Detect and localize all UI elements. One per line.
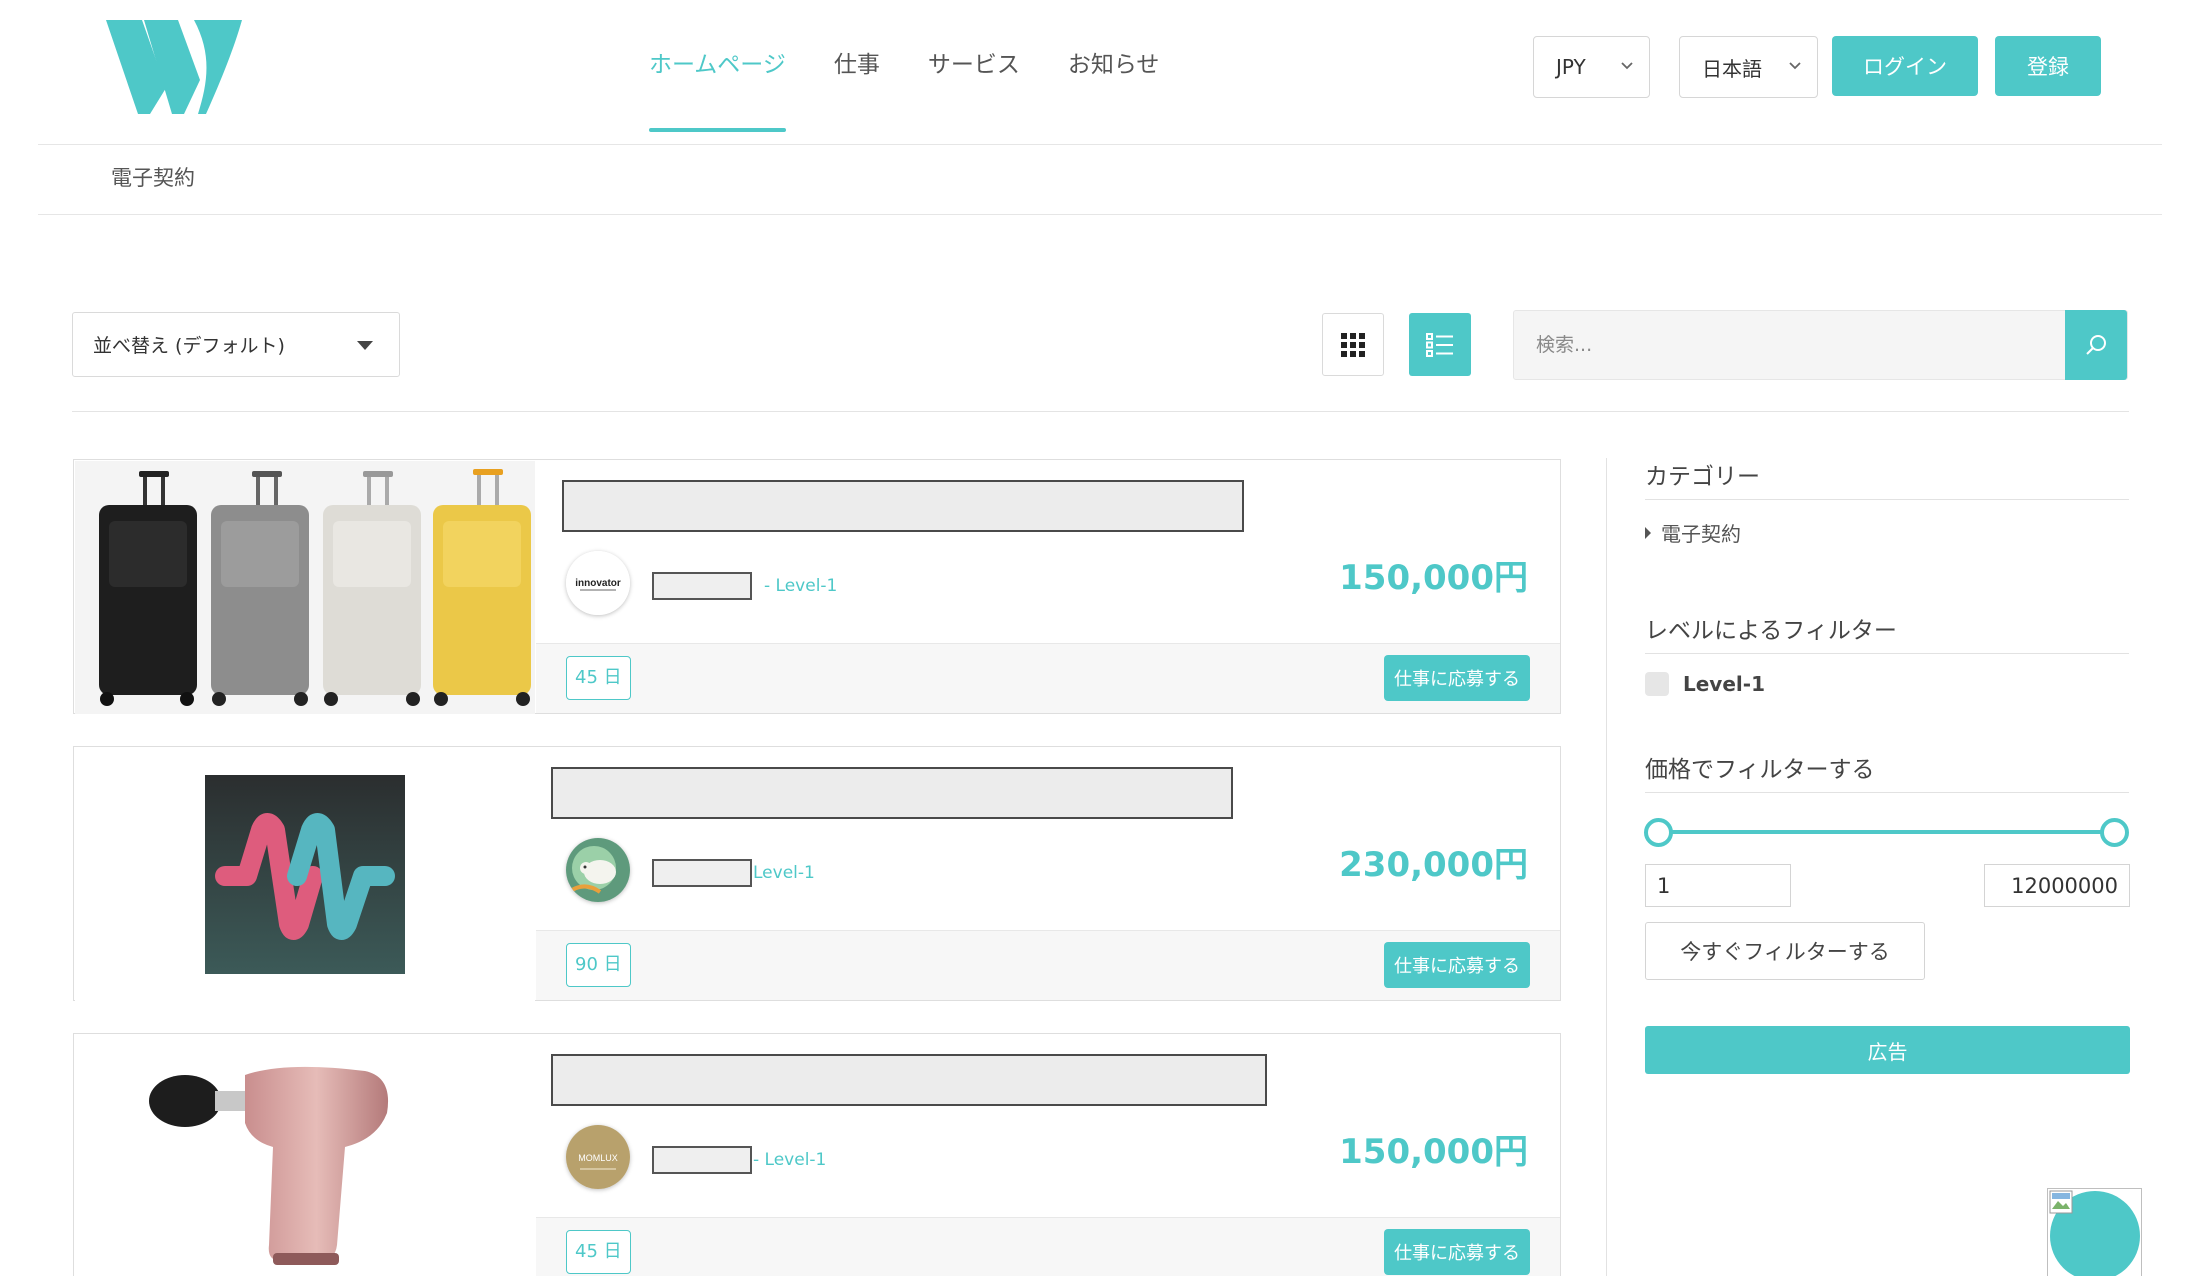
listing-price: 230,000円 — [1339, 845, 1528, 885]
register-button[interactable]: 登録 — [1995, 36, 2101, 96]
currency-select-value: JPY — [1556, 55, 1586, 79]
sort-select-value: 並べ替え (デフォルト) — [93, 335, 285, 357]
sort-select[interactable]: 並べ替え (デフォルト) — [72, 312, 400, 377]
listing-footer: 90 日 仕事に応募する — [536, 930, 1560, 1000]
listing-image-waveform-logo[interactable] — [75, 748, 535, 1001]
price-max-input[interactable] — [1984, 864, 2130, 907]
price-min-input[interactable] — [1645, 864, 1791, 907]
ad-button[interactable]: 広告 — [1645, 1026, 2130, 1074]
avatar-text: innovator — [575, 578, 621, 589]
breadcrumb-divider — [38, 214, 2162, 215]
nav-services[interactable]: サービス — [928, 0, 1020, 132]
caret-down-icon — [357, 341, 373, 350]
grid-icon — [1341, 332, 1365, 357]
listing-footer: 45 日 仕事に応募する — [536, 643, 1560, 713]
listing-price: 150,000円 — [1339, 1132, 1528, 1172]
site-header: ホームページ 仕事 サービス お知らせ JPY 日本語 ログイン 登録 — [0, 0, 2200, 145]
category-heading: カテゴリー — [1645, 464, 1760, 490]
employer-avatar[interactable]: innovator — [566, 551, 630, 615]
list-icon — [1426, 332, 1453, 357]
level-option-label: Level-1 — [1683, 672, 1765, 696]
price-filter-heading: 価格でフィルターする — [1645, 757, 1875, 783]
employer-name-redacted[interactable] — [652, 859, 752, 887]
grid-view-button[interactable] — [1322, 313, 1384, 376]
employer-avatar[interactable] — [566, 838, 630, 902]
nav-jobs[interactable]: 仕事 — [834, 0, 880, 132]
breadcrumb[interactable]: 電子契約 — [111, 162, 195, 192]
price-slider-max-handle[interactable] — [2100, 818, 2129, 847]
listing-image-massage-gun[interactable] — [75, 1035, 535, 1276]
listing-title-redacted[interactable] — [562, 480, 1244, 532]
employer-name-redacted[interactable] — [652, 1146, 752, 1174]
list-view-button[interactable] — [1409, 313, 1471, 376]
search-bar — [1513, 310, 2128, 380]
currency-select[interactable]: JPY — [1533, 36, 1650, 98]
duration-badge: 90 日 — [566, 943, 631, 987]
category-item-label: 電子契約 — [1661, 522, 1741, 546]
job-listing-card: MOMLUX - Level-1 150,000円 45 日 仕事に応募する — [73, 1033, 1561, 1276]
level-filter-option[interactable]: Level-1 — [1645, 672, 1765, 696]
level-heading-rule — [1645, 653, 2129, 654]
header-divider — [38, 144, 2162, 145]
price-slider-track[interactable] — [1658, 830, 2116, 834]
employer-avatar[interactable]: MOMLUX — [566, 1125, 630, 1189]
apply-job-button[interactable]: 仕事に応募する — [1384, 1229, 1530, 1275]
caret-right-icon — [1645, 526, 1651, 539]
category-heading-rule — [1645, 499, 2129, 500]
main-nav: ホームページ 仕事 サービス お知らせ — [649, 0, 1207, 132]
listing-price: 150,000円 — [1339, 558, 1528, 598]
broken-image-icon — [2049, 1190, 2073, 1214]
listing-title-redacted[interactable] — [551, 767, 1233, 819]
chevron-down-icon — [1789, 62, 1801, 70]
employer-name-redacted[interactable] — [652, 572, 752, 600]
search-input[interactable] — [1514, 311, 2070, 379]
employer-level: - Level-1 — [753, 1150, 827, 1170]
chevron-down-icon — [1621, 62, 1633, 70]
apply-filter-button[interactable]: 今すぐフィルターする — [1645, 922, 1925, 980]
sidebar-divider — [1606, 458, 1607, 1276]
job-listing-card: innovator - Level-1 150,000円 45 日 仕事に応募す… — [73, 459, 1561, 714]
employer-level: - Level-1 — [764, 576, 838, 596]
employer-level: Level-1 — [753, 863, 815, 883]
login-button[interactable]: ログイン — [1832, 36, 1978, 96]
level-checkbox[interactable] — [1645, 672, 1669, 696]
toolbar-divider — [72, 411, 2129, 412]
duration-badge: 45 日 — [566, 656, 631, 700]
nav-news[interactable]: お知らせ — [1068, 0, 1160, 132]
apply-job-button[interactable]: 仕事に応募する — [1384, 942, 1530, 988]
floating-chat-button[interactable] — [2047, 1188, 2142, 1276]
listing-title-redacted[interactable] — [551, 1054, 1267, 1106]
price-slider-min-handle[interactable] — [1644, 818, 1673, 847]
avatar-text: MOMLUX — [578, 1153, 618, 1163]
w-logo-icon[interactable] — [104, 18, 244, 118]
nav-home[interactable]: ホームページ — [649, 0, 786, 132]
listing-footer: 45 日 仕事に応募する — [536, 1217, 1560, 1276]
duration-badge: 45 日 — [566, 1230, 631, 1274]
apply-job-button[interactable]: 仕事に応募する — [1384, 655, 1530, 701]
listing-image-suitcases[interactable] — [75, 461, 535, 714]
price-heading-rule — [1645, 792, 2129, 793]
level-filter-heading: レベルによるフィルター — [1645, 618, 1897, 644]
language-select[interactable]: 日本語 — [1679, 36, 1818, 98]
search-icon — [2086, 335, 2106, 355]
language-select-value: 日本語 — [1702, 56, 1762, 81]
category-item[interactable]: 電子契約 — [1645, 518, 1741, 547]
job-listing-card: Level-1 230,000円 90 日 仕事に応募する — [73, 746, 1561, 1001]
search-button[interactable] — [2065, 310, 2127, 380]
